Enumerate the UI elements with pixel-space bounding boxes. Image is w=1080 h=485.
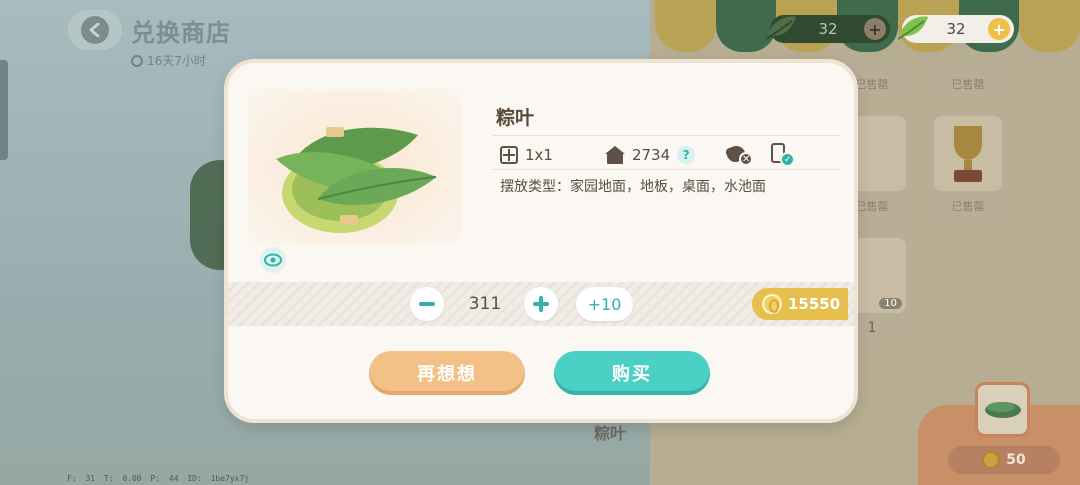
decrease-button[interactable] bbox=[410, 287, 444, 321]
size-value: 1x1 bbox=[525, 146, 553, 164]
page-title: 兑换商店 bbox=[131, 19, 231, 47]
eye-icon bbox=[264, 253, 282, 267]
preview-eye-button[interactable] bbox=[260, 247, 286, 273]
debug-overlay: F: 31 T: 0.00 P: 44 ID: 1be7yx7j bbox=[67, 474, 250, 483]
divider bbox=[492, 169, 840, 170]
cancel-button[interactable]: 再想想 bbox=[369, 351, 525, 395]
side-tab[interactable] bbox=[0, 60, 8, 160]
not-sellable-icon: ✕ bbox=[724, 143, 754, 166]
corner-price-value: 50 bbox=[1006, 452, 1026, 468]
coin-icon bbox=[982, 451, 1001, 469]
purchase-dialog: 粽叶 1x1 2734 ? ✕ ✓ 摆放类型：家园地面，地板，桌面，水池面 31… bbox=[228, 63, 854, 419]
comfort-value: 2734 bbox=[631, 146, 671, 164]
divider bbox=[492, 135, 840, 136]
zongzi-leaf-basket-icon bbox=[276, 127, 437, 233]
leaf-currency-icon bbox=[897, 16, 928, 40]
item-name: 粽叶 bbox=[496, 107, 535, 129]
corner-price: 50 bbox=[948, 446, 1060, 474]
quantity-value[interactable]: 311 bbox=[450, 294, 520, 314]
buy-button[interactable]: 购买 bbox=[554, 351, 710, 395]
trophy-icon bbox=[954, 126, 982, 182]
timer-text: 16天7小时 bbox=[147, 54, 206, 68]
currency-leaf-dark: 32 + bbox=[765, 15, 890, 43]
leaf-currency-icon bbox=[765, 16, 796, 40]
card-badge: 10 bbox=[879, 298, 902, 309]
add-currency-button[interactable]: + bbox=[988, 18, 1010, 40]
sold-out-label: 已售罄 bbox=[951, 200, 985, 213]
leaf-item-button[interactable] bbox=[975, 382, 1030, 437]
price-value: 15550 bbox=[788, 295, 841, 313]
background-item-name: 粽叶 bbox=[594, 424, 627, 443]
sold-out-label: 已售罄 bbox=[951, 78, 985, 91]
zongzi-leaf-icon bbox=[984, 401, 1021, 418]
currency-leaf-green: 32 + bbox=[897, 15, 1014, 43]
help-button[interactable]: ? bbox=[677, 146, 696, 164]
back-arrow-icon bbox=[81, 16, 109, 44]
collectible-stat: ✓ bbox=[769, 143, 796, 167]
comfort-stat: 2734 ? bbox=[604, 146, 696, 164]
clock-icon bbox=[131, 54, 143, 67]
shelf-card[interactable]: 已售罄 bbox=[928, 110, 1008, 218]
shelf-card[interactable]: 已售罄 bbox=[928, 62, 1008, 96]
size-stat: 1x1 bbox=[500, 146, 553, 164]
plus-ten-button[interactable]: +10 bbox=[576, 287, 633, 321]
not-sellable-stat: ✕ bbox=[724, 143, 754, 166]
plus-icon bbox=[533, 296, 549, 312]
quantity-bar: 311 +10 15550 bbox=[228, 282, 854, 326]
add-currency-button[interactable]: + bbox=[864, 18, 886, 40]
item-stats: 1x1 2734 ? ✕ ✓ bbox=[500, 143, 796, 167]
house-icon bbox=[604, 146, 625, 164]
shop-timer: 16天7小时 bbox=[131, 52, 206, 69]
handbook-check-icon: ✓ bbox=[769, 143, 796, 167]
total-price: 15550 bbox=[752, 288, 848, 320]
trophy-image bbox=[934, 116, 1002, 191]
grid-size-icon bbox=[500, 146, 518, 164]
increase-button[interactable] bbox=[524, 287, 558, 321]
minus-icon bbox=[419, 302, 435, 306]
item-preview bbox=[248, 89, 462, 245]
placement-type: 摆放类型：家园地面，地板，桌面，水池面 bbox=[500, 179, 766, 195]
back-button[interactable] bbox=[68, 10, 122, 50]
coin-icon bbox=[762, 294, 782, 314]
